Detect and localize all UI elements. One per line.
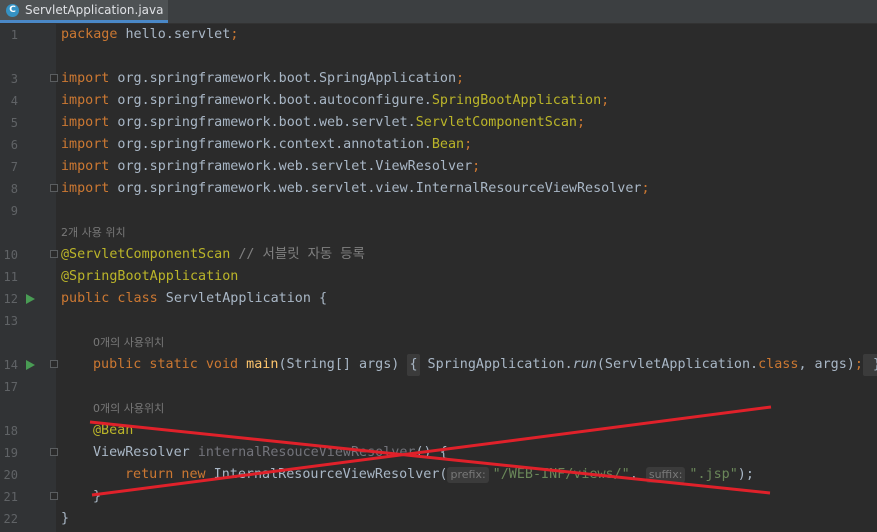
code-line-1: 1 package hello.servlet;: [0, 24, 877, 46]
line-number: 4: [10, 94, 18, 108]
line-number: 19: [3, 446, 18, 460]
line-number: 12: [3, 292, 18, 306]
folded-brace: {: [407, 354, 420, 376]
code-line-12: 12 public class ServletApplication {: [0, 288, 877, 310]
line-number: 18: [3, 424, 18, 438]
line-number: 17: [3, 380, 18, 394]
code-line-3: 3 import org.springframework.boot.Spring…: [0, 68, 877, 90]
folded-brace: }: [862, 354, 877, 376]
usage-hint-text[interactable]: 0개의 사용위치: [93, 398, 164, 420]
line-number: 5: [10, 116, 18, 130]
code-text: return new InternalResourceViewResolver(…: [125, 467, 754, 483]
line-number: 8: [10, 182, 18, 196]
code-line-5: 5 import org.springframework.boot.web.se…: [0, 112, 877, 134]
fold-icon[interactable]: [50, 492, 58, 500]
code-text: public class ServletApplication {: [61, 291, 328, 306]
line-number: 21: [3, 490, 18, 504]
code-line-21: 21 }: [0, 486, 877, 508]
fold-icon[interactable]: [50, 74, 58, 82]
code-text: @Bean: [93, 423, 134, 438]
code-line-14: 14 public static void main(String[] args…: [0, 354, 877, 376]
line-number: 20: [3, 468, 18, 482]
fold-icon[interactable]: [50, 184, 58, 192]
usage-hint-text[interactable]: 2개 사용 위치: [61, 222, 126, 244]
code-text: import org.springframework.context.annot…: [61, 137, 473, 152]
code-line-10: 10 @ServletComponentScan // 서블릿 자동 등록: [0, 244, 877, 266]
code-line-19: 19 ViewResolver internalResouceViewResol…: [0, 442, 877, 464]
code-line-13: 13: [0, 310, 877, 332]
code-text: ViewResolver internalResouceViewResolver…: [93, 445, 448, 460]
param-hint-prefix: prefix:: [447, 467, 489, 483]
code-text: @ServletComponentScan // 서블릿 자동 등록: [61, 247, 365, 262]
code-text: public static void main(String[] args) {…: [93, 354, 877, 376]
code-line-9: 9: [0, 200, 877, 222]
editor-tab-bar: C ServletApplication.java: [0, 0, 877, 24]
param-hint-suffix: suffix:: [645, 467, 686, 483]
line-number: 6: [10, 138, 18, 152]
line-number: 9: [10, 204, 18, 218]
tab-servlet-application[interactable]: C ServletApplication.java: [0, 0, 168, 23]
code-line-6: 6 import org.springframework.context.ann…: [0, 134, 877, 156]
code-text: package hello.servlet;: [61, 27, 239, 42]
code-line-18: 18 @Bean: [0, 420, 877, 442]
code-line-8: 8 import org.springframework.web.servlet…: [0, 178, 877, 200]
line-number: 1: [10, 28, 18, 42]
tab-label: ServletApplication.java: [25, 3, 164, 17]
code-text: import org.springframework.web.servlet.V…: [61, 159, 481, 174]
line-number: 3: [10, 72, 18, 86]
run-icon[interactable]: [26, 294, 35, 304]
code-line-17: 17: [0, 376, 877, 398]
line-number: 22: [3, 512, 18, 526]
code-line-11: 11 @SpringBootApplication: [0, 266, 877, 288]
code-line-22: 22 }: [0, 508, 877, 530]
usage-hint[interactable]: 0개의 사용위치: [0, 398, 877, 420]
code-line-7: 7 import org.springframework.web.servlet…: [0, 156, 877, 178]
java-class-icon: C: [6, 3, 19, 17]
code-text: import org.springframework.boot.web.serv…: [61, 115, 586, 130]
code-text: @SpringBootApplication: [61, 269, 239, 284]
fold-icon[interactable]: [50, 250, 58, 258]
line-number: 10: [3, 248, 18, 262]
line-number: 14: [3, 358, 18, 372]
code-text: import org.springframework.boot.autoconf…: [61, 93, 610, 108]
code-editor[interactable]: 1 package hello.servlet; 3 import org.sp…: [0, 24, 877, 532]
code-text: import org.springframework.web.servlet.v…: [61, 181, 650, 196]
fold-icon[interactable]: [50, 360, 58, 368]
code-text: import org.springframework.boot.SpringAp…: [61, 71, 465, 86]
line-number: 11: [3, 270, 18, 284]
line-number: 7: [10, 160, 18, 174]
line-number: 13: [3, 314, 18, 328]
code-text: }: [61, 511, 70, 526]
usage-hint[interactable]: 0개의 사용위치: [0, 332, 877, 354]
code-line-4: 4 import org.springframework.boot.autoco…: [0, 90, 877, 112]
fold-icon[interactable]: [50, 448, 58, 456]
usage-hint-text[interactable]: 0개의 사용위치: [93, 332, 164, 354]
run-icon[interactable]: [26, 360, 35, 370]
code-line-20: 20 return new InternalResourceViewResolv…: [0, 464, 877, 486]
code-text: }: [93, 489, 102, 504]
usage-hint[interactable]: 2개 사용 위치: [0, 222, 877, 244]
